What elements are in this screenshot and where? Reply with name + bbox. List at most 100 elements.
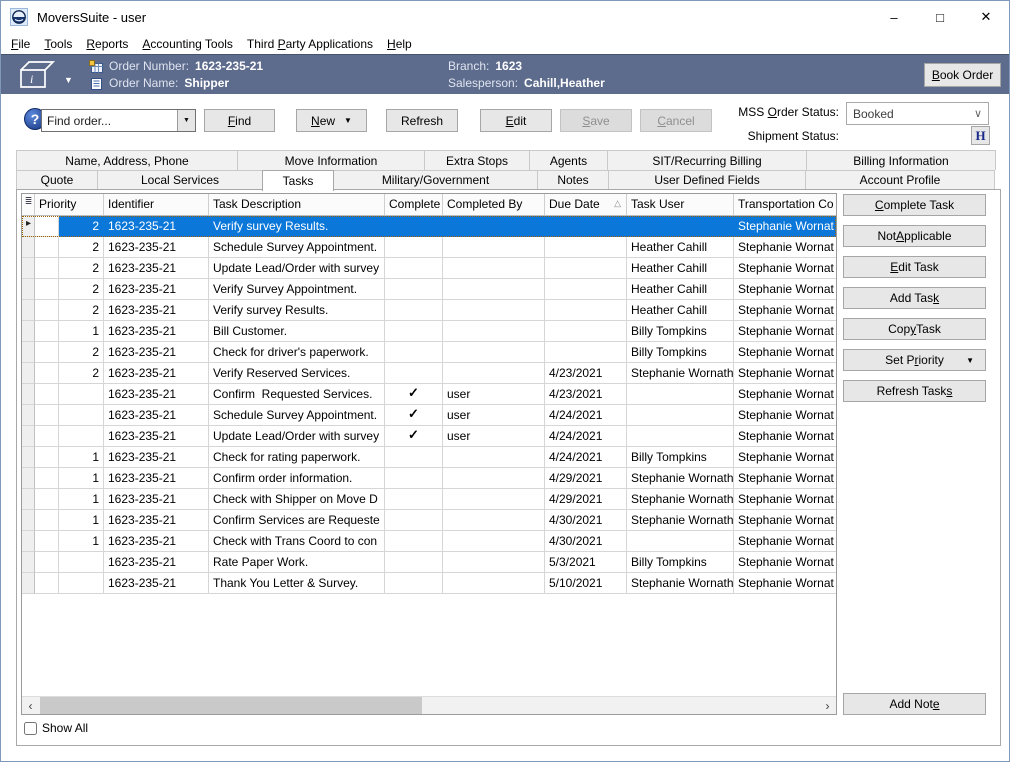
- row-selector[interactable]: [22, 279, 35, 300]
- column-chooser-icon[interactable]: ≣: [22, 194, 35, 215]
- row-selector[interactable]: [22, 258, 35, 279]
- scroll-right-icon[interactable]: ›: [819, 697, 836, 714]
- tab-account-profile[interactable]: Account Profile: [805, 170, 995, 190]
- row-selector[interactable]: [22, 426, 35, 447]
- complete-task-button[interactable]: Complete Task: [843, 194, 986, 216]
- refresh-button[interactable]: Refresh: [386, 109, 458, 132]
- column-header-transportation-co[interactable]: Transportation Co: [734, 194, 836, 215]
- column-header-task-user[interactable]: Task User: [627, 194, 734, 215]
- menu-third-party-applications[interactable]: Third Party Applications: [240, 35, 380, 53]
- cell-identifier: 1623-235-21: [104, 216, 209, 237]
- new-dropdown-icon[interactable]: ▼: [344, 116, 352, 125]
- horizontal-scrollbar[interactable]: ‹ ›: [22, 696, 836, 714]
- tab-tasks[interactable]: Tasks: [262, 170, 334, 191]
- menu-accounting-tools[interactable]: Accounting Tools: [135, 35, 240, 53]
- scrollbar-thumb[interactable]: [40, 697, 422, 714]
- tab-quote[interactable]: Quote: [16, 170, 98, 190]
- menu-file[interactable]: File: [4, 35, 37, 53]
- row-selector[interactable]: [22, 573, 35, 594]
- set-priority-dropdown-icon[interactable]: ▼: [966, 356, 974, 365]
- task-row[interactable]: 1623-235-21 Confirm Requested Services. …: [22, 384, 836, 405]
- order-info-folder-icon[interactable]: i: [17, 59, 57, 95]
- order-menu-dropdown-icon[interactable]: ▼: [64, 75, 73, 85]
- cell-due-date: 4/30/2021: [545, 510, 627, 531]
- column-header-completed-by[interactable]: Completed By: [443, 194, 545, 215]
- menu-reports[interactable]: Reports: [79, 35, 135, 53]
- cell-indicator: [35, 363, 59, 384]
- not-applicable-button[interactable]: Not Applicable: [843, 225, 986, 247]
- copy-task-button[interactable]: Copy Task: [843, 318, 986, 340]
- task-row[interactable]: 1 1623-235-21 Check with Shipper on Move…: [22, 489, 836, 510]
- task-row[interactable]: 2 1623-235-21 Verify Survey Appointment.…: [22, 279, 836, 300]
- task-row[interactable]: 1 1623-235-21 Check with Trans Coord to …: [22, 531, 836, 552]
- cell-due-date: [545, 300, 627, 321]
- row-selector[interactable]: [22, 468, 35, 489]
- add-note-button[interactable]: Add Note: [843, 693, 986, 715]
- task-row[interactable]: 1 1623-235-21 Bill Customer. Billy Tompk…: [22, 321, 836, 342]
- task-row[interactable]: 1623-235-21 Rate Paper Work. 5/3/2021 Bi…: [22, 552, 836, 573]
- task-row[interactable]: 1 1623-235-21 Confirm Services are Reque…: [22, 510, 836, 531]
- edit-button[interactable]: Edit: [480, 109, 552, 132]
- menu-tools[interactable]: Tools: [37, 35, 79, 53]
- edit-task-button[interactable]: Edit Task: [843, 256, 986, 278]
- find-order-dropdown-button[interactable]: ▼: [177, 110, 195, 131]
- row-selector[interactable]: [22, 405, 35, 426]
- add-task-button[interactable]: Add Task: [843, 287, 986, 309]
- task-row[interactable]: 1623-235-21 Thank You Letter & Survey. 5…: [22, 573, 836, 594]
- column-header-complete[interactable]: Complete: [385, 194, 443, 215]
- task-row[interactable]: 1 1623-235-21 Check for rating paperwork…: [22, 447, 836, 468]
- task-row[interactable]: 2 1623-235-21 Update Lead/Order with sur…: [22, 258, 836, 279]
- column-header-due-date[interactable]: Due Date △: [545, 194, 627, 215]
- scroll-left-icon[interactable]: ‹: [22, 697, 39, 714]
- new-button[interactable]: New ▼: [296, 109, 367, 132]
- menu-help[interactable]: Help: [380, 35, 419, 53]
- tab-user-defined-fields[interactable]: User Defined Fields: [608, 170, 806, 190]
- tab-name-address-phone[interactable]: Name, Address, Phone: [16, 150, 238, 170]
- row-selector[interactable]: [22, 489, 35, 510]
- tab-sit-recurring-billing[interactable]: SIT/Recurring Billing: [607, 150, 807, 170]
- row-selector[interactable]: [22, 342, 35, 363]
- tab-notes[interactable]: Notes: [537, 170, 609, 190]
- task-row[interactable]: ▸ 2 1623-235-21 Verify survey Results. S…: [22, 216, 836, 237]
- tab-move-information[interactable]: Move Information: [237, 150, 425, 170]
- row-selector[interactable]: [22, 237, 35, 258]
- tab-local-services[interactable]: Local Services: [97, 170, 263, 190]
- row-selector[interactable]: ▸: [22, 216, 35, 237]
- task-row[interactable]: 2 1623-235-21 Check for driver's paperwo…: [22, 342, 836, 363]
- task-row[interactable]: 1 1623-235-21 Confirm order information.…: [22, 468, 836, 489]
- row-selector[interactable]: [22, 321, 35, 342]
- find-order-input[interactable]: [42, 110, 177, 131]
- tab-military-government[interactable]: Military/Government: [333, 170, 538, 190]
- tab-extra-stops[interactable]: Extra Stops: [424, 150, 530, 170]
- row-selector[interactable]: [22, 552, 35, 573]
- row-selector[interactable]: [22, 510, 35, 531]
- task-row[interactable]: 2 1623-235-21 Verify survey Results. Hea…: [22, 300, 836, 321]
- task-row[interactable]: 1623-235-21 Schedule Survey Appointment.…: [22, 405, 836, 426]
- find-button[interactable]: Find: [204, 109, 275, 132]
- tab-agents[interactable]: Agents: [529, 150, 608, 170]
- refresh-tasks-button[interactable]: Refresh Tasks: [843, 380, 986, 402]
- book-order-button[interactable]: Book Order: [924, 63, 1001, 87]
- mss-order-status-select[interactable]: Booked ∨: [846, 102, 989, 125]
- task-row[interactable]: 2 1623-235-21 Verify Reserved Services. …: [22, 363, 836, 384]
- set-priority-button[interactable]: Set Priority ▼: [843, 349, 986, 371]
- column-header-identifier[interactable]: Identifier: [104, 194, 209, 215]
- tab-billing-information[interactable]: Billing Information: [806, 150, 996, 170]
- column-header-priority[interactable]: Priority: [35, 194, 104, 215]
- row-selector[interactable]: [22, 384, 35, 405]
- row-selector[interactable]: [22, 447, 35, 468]
- row-selector[interactable]: [22, 300, 35, 321]
- shipment-status-history-button[interactable]: H: [971, 126, 990, 145]
- cell-completed-by: [443, 216, 545, 237]
- cell-complete: [385, 363, 443, 384]
- close-button[interactable]: ✕: [963, 1, 1009, 33]
- task-row[interactable]: 2 1623-235-21 Schedule Survey Appointmen…: [22, 237, 836, 258]
- row-selector[interactable]: [22, 363, 35, 384]
- task-row[interactable]: 1623-235-21 Update Lead/Order with surve…: [22, 426, 836, 447]
- maximize-button[interactable]: □: [917, 1, 963, 33]
- show-all-checkbox[interactable]: [24, 722, 37, 735]
- minimize-button[interactable]: –: [871, 1, 917, 33]
- column-header-task-description[interactable]: Task Description: [209, 194, 385, 215]
- cell-task-description: Check with Shipper on Move D: [209, 489, 385, 510]
- row-selector[interactable]: [22, 531, 35, 552]
